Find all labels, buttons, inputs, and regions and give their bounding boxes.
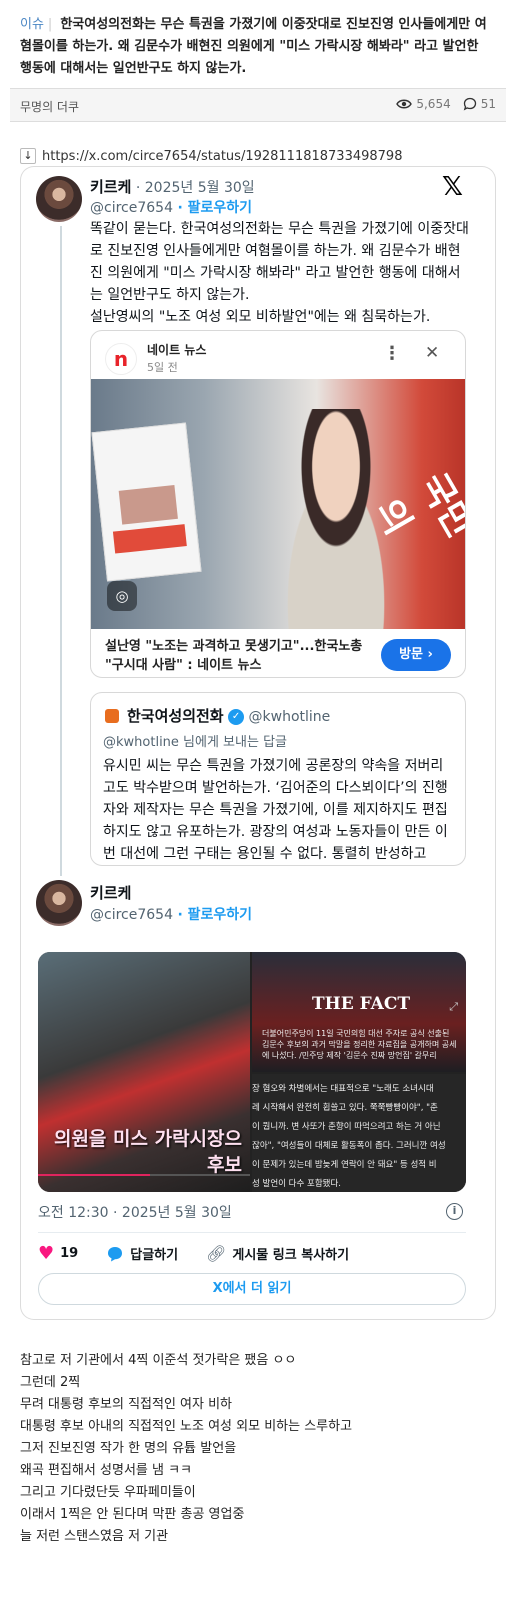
- expand-icon[interactable]: ⤢: [449, 1000, 458, 1014]
- held-paper: [91, 422, 202, 582]
- heart-icon[interactable]: ♥: [38, 1243, 54, 1264]
- video-thumbnail[interactable]: 의원을 미스 가락시장으 후보: [38, 952, 250, 1192]
- comment-count: 51: [480, 97, 496, 111]
- comment-icon: [463, 97, 476, 111]
- article-text: 장 혐오와 차별에서는 대표적으로 "노래도 소녀시대레 시작해서 완전히 휩쓸…: [252, 1080, 466, 1192]
- post-body-line: 그런데 2찍: [20, 1375, 81, 1390]
- quoted-tweet[interactable]: 한국여성의전화 ✓ @kwhotline @kwhotline 님에게 보내는 …: [90, 692, 466, 866]
- post-body-line: 무려 대통령 후보의 직접적인 여자 비하: [20, 1397, 233, 1412]
- article-text-line: 이 뭡니까. 변 사또가 춘향이 따먹으려고 하는 거 아닌: [252, 1122, 441, 1132]
- news-image: 국민의 ◎: [91, 379, 465, 629]
- visit-button[interactable]: 방문 ›: [381, 639, 451, 671]
- more-options-icon[interactable]: ⋮: [383, 343, 401, 364]
- link-icon[interactable]: 🔗︎: [206, 1244, 226, 1263]
- tweet-timestamp[interactable]: 오전 12:30 · 2025년 5월 30일: [38, 1202, 232, 1222]
- article-text-line: 레 시작해서 완전히 휩쓸고 있다. 쭉쭉빵빵이야", "춘: [252, 1103, 438, 1113]
- post-author: 무명의 더쿠: [20, 100, 80, 114]
- eye-icon: [396, 99, 413, 109]
- x-logo-icon[interactable]: 𝕏: [442, 172, 463, 202]
- reply-display-name[interactable]: 키르케: [90, 882, 131, 903]
- post-body-line: 그리고 기다렸단듯 우파페미들이: [20, 1485, 196, 1500]
- copy-link-button[interactable]: 게시물 링크 복사하기: [232, 1244, 349, 1263]
- nate-logo-icon: n: [105, 343, 137, 375]
- video-progress[interactable]: [38, 1174, 250, 1176]
- fact-caption: 더불어민주당이 11일 국민의힘 대선 주자로 공식 선출된 김문수 후보의 과…: [262, 1029, 457, 1060]
- article-text-line: 성 발언이 다수 포함됐다.: [252, 1179, 342, 1189]
- quote-text: 유시민 씨는 무슨 특권을 가졌기에 공론장의 약속을 저버리고도 박수받으며 …: [103, 758, 448, 862]
- quote-author-line: 한국여성의전화 ✓ @kwhotline: [127, 705, 330, 726]
- news-source: 네이트 뉴스: [147, 343, 207, 357]
- verified-badge-icon: ✓: [228, 709, 245, 725]
- post-body-line: 왜곡 편집해서 성명서를 냄 ㅋㅋ: [20, 1463, 193, 1478]
- tweet-display-name[interactable]: 키르케: [90, 178, 131, 196]
- view-count: 5,654: [416, 97, 451, 111]
- post-meta-bar: 무명의 더쿠 5,654 51: [10, 88, 506, 122]
- quote-handle[interactable]: @kwhotline: [249, 709, 331, 725]
- source-link[interactable]: https://x.com/circe7654/status/192811181…: [42, 149, 402, 164]
- tweet-text: 똑같이 묻는다. 한국여성의전화는 무슨 특권을 가졌기에 이중잣대로 진보진영…: [90, 221, 469, 325]
- post-stats: 5,654 51: [396, 97, 496, 111]
- video-caption: 의원을 미스 가락시장으 후보: [53, 1128, 242, 1176]
- post-title-text: 한국여성의전화는 무슨 특권을 가졌기에 이중잣대로 진보진영 인사들에게만 여…: [20, 17, 487, 76]
- tweet-date[interactable]: · 2025년 5월 30일: [136, 180, 255, 196]
- lens-search-icon[interactable]: ◎: [107, 581, 137, 611]
- post-body-line: 대통령 후보 아내의 직접적인 노조 여성 외모 비하는 스루하고: [20, 1419, 353, 1434]
- close-icon[interactable]: ✕: [425, 343, 439, 363]
- category-separator: |: [47, 17, 53, 32]
- reply-handle-line: @circe7654 · 팔로우하기: [90, 904, 252, 924]
- post-body-line: 참고로 저 기관에서 4찍 이준석 젓가락은 팼음 ㅇㅇ: [20, 1353, 297, 1368]
- reply-follow-button[interactable]: · 팔로우하기: [177, 907, 252, 923]
- post-body-line: 이래서 1찍은 안 된다며 막판 총공 영업중: [20, 1507, 245, 1522]
- follow-button[interactable]: · 팔로우하기: [177, 200, 252, 216]
- reply-button[interactable]: 답글하기: [130, 1244, 178, 1263]
- fact-title: THE FACT: [312, 994, 411, 1014]
- media-image-article[interactable]: 장 혐오와 차별에서는 대표적으로 "노래도 소녀시대레 시작해서 완전히 휩쓸…: [252, 1074, 466, 1192]
- source-link-row: ↓ https://x.com/circe7654/status/1928111…: [20, 148, 402, 164]
- media-image-fact[interactable]: THE FACT 더불어민주당이 11일 국민의힘 대선 주자로 공식 선출된 …: [252, 952, 466, 1072]
- post-body-line: 그저 진보진영 작가 한 명의 유튭 발언을: [20, 1441, 237, 1456]
- article-text-line: 이 문제가 있는데 밤늦게 연락이 안 돼요" 등 성적 비: [252, 1160, 437, 1170]
- quote-display-name[interactable]: 한국여성의전화: [127, 707, 224, 725]
- reply-avatar[interactable]: [36, 880, 82, 926]
- news-link-card[interactable]: n 네이트 뉴스 5일 전 ⋮ ✕ 국민의 ◎ 설난영 "노조는 과격하고 못생…: [90, 330, 466, 678]
- avatar[interactable]: [36, 176, 82, 222]
- divider: [38, 1232, 466, 1233]
- arrow-down-icon: ↓: [20, 148, 36, 164]
- post-category[interactable]: 이슈: [20, 17, 44, 32]
- post-body: 참고로 저 기관에서 4찍 이준석 젓가락은 팼음 ㅇㅇ 그런데 2찍무려 대통령…: [20, 1350, 490, 1548]
- article-text-line: 잖아", "여성들이 대체로 활동폭이 좁다. 그러니깐 여성: [252, 1141, 446, 1151]
- info-icon[interactable]: i: [446, 1203, 463, 1220]
- media-grid: 의원을 미스 가락시장으 후보 THE FACT 더불어민주당이 11일 국민의…: [38, 952, 466, 1192]
- tweet-author-line: 키르케 · 2025년 5월 30일: [90, 176, 255, 197]
- tweet-actions: ♥ 19 답글하기 🔗︎ 게시물 링크 복사하기: [38, 1243, 349, 1264]
- quote-reply-to: @kwhotline 님에게 보내는 답글: [103, 735, 287, 750]
- post-title: 이슈 | 한국여성의전화는 무슨 특권을 가졌기에 이중잣대로 진보진영 인사들에게…: [20, 14, 490, 80]
- reply-bubble-icon[interactable]: [106, 1245, 124, 1263]
- news-time: 5일 전: [147, 361, 178, 374]
- news-title[interactable]: 설난영 "노조는 과격하고 못생기고"...한국노총 "구시대 사람" : 네이…: [105, 637, 375, 675]
- tweet-handle[interactable]: @circe7654: [90, 200, 173, 216]
- article-text-line: 장 혐오와 차별에서는 대표적으로 "노래도 소녀시대: [252, 1084, 434, 1094]
- video-progress-fill: [38, 1174, 151, 1176]
- thread-line: [60, 226, 62, 876]
- read-more-button[interactable]: X에서 더 읽기: [38, 1273, 466, 1305]
- kwhotline-logo-icon: [105, 709, 119, 723]
- tweet-handle-line: @circe7654 · 팔로우하기: [90, 197, 252, 217]
- like-count[interactable]: 19: [60, 1246, 78, 1261]
- post-body-line: 늘 저런 스탠스였음 저 기관: [20, 1529, 169, 1544]
- reply-handle[interactable]: @circe7654: [90, 907, 173, 923]
